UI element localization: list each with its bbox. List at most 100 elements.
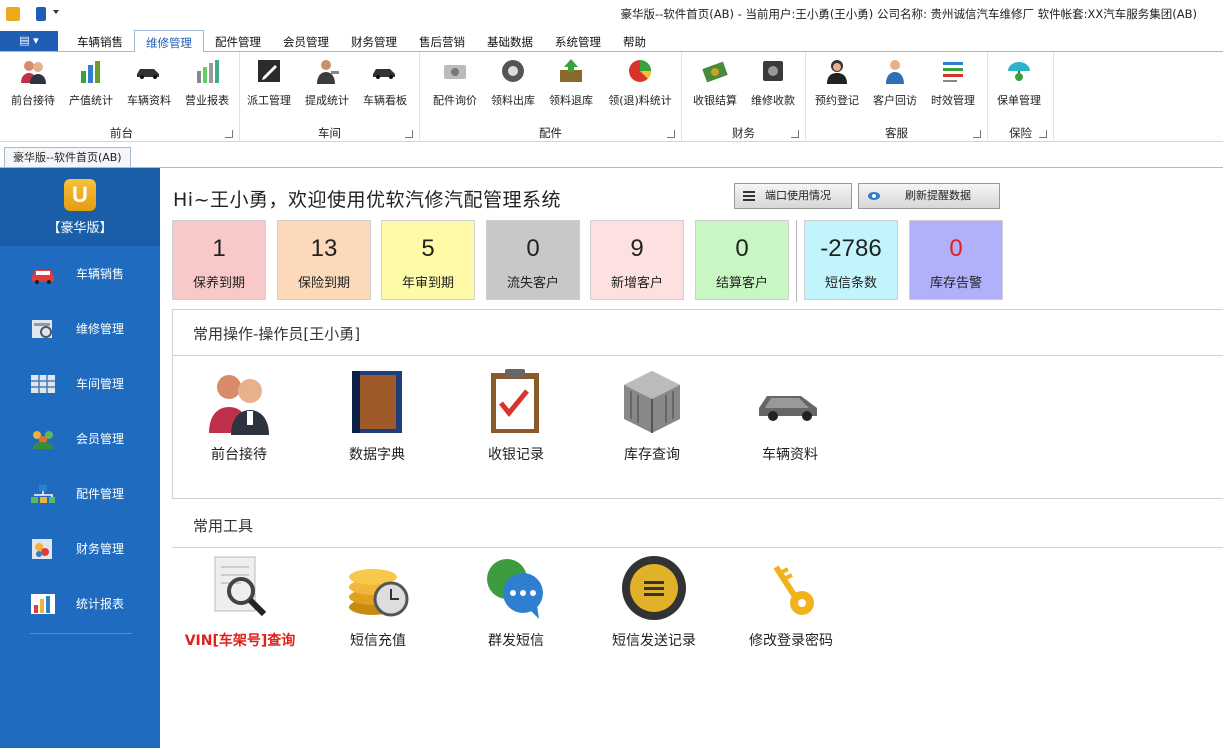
menu-bar: ▤ ▾ 车辆销售 维修管理 配件管理 会员管理 财务管理 售后营销 基础数据 系… bbox=[0, 30, 1223, 53]
policy-management-button[interactable]: 保单管理 bbox=[990, 56, 1048, 112]
blocks-icon bbox=[31, 484, 55, 503]
ribbon-group-parts: 配件询价 领料出库 领料退库 领(退)料统计 配件 bbox=[420, 52, 682, 142]
vehicle-board-button[interactable]: 车辆看板 bbox=[356, 56, 414, 112]
dropdown-arrow-icon[interactable] bbox=[53, 10, 59, 14]
office-icon[interactable] bbox=[36, 7, 46, 21]
sidebar-item-label: 车间管理 bbox=[76, 377, 125, 391]
front-desk-reception-button[interactable]: 前台接待 bbox=[4, 56, 62, 112]
repair-payment-button[interactable]: 维修收款 bbox=[744, 56, 802, 112]
sidebar-item-workshop-management[interactable]: 车间管理 bbox=[0, 356, 160, 411]
car-icon bbox=[370, 56, 400, 86]
sidebar-item-vehicle-sales[interactable]: 车辆销售 bbox=[0, 246, 160, 301]
stat-sms-count[interactable]: -2786 短信条数 bbox=[804, 220, 898, 300]
agent-icon bbox=[822, 56, 852, 86]
shortcut-inventory-query[interactable]: 库存查询 bbox=[592, 366, 712, 464]
pie-chart-icon bbox=[625, 56, 655, 86]
tab-vehicle-sales[interactable]: 车辆销售 bbox=[66, 30, 134, 52]
common-tools-title: 常用工具 bbox=[193, 517, 254, 535]
group-launcher-icon[interactable] bbox=[973, 130, 981, 138]
stats-divider bbox=[796, 220, 797, 302]
parts-inquiry-button[interactable]: 配件询价 bbox=[426, 56, 484, 112]
shortcut-vehicle-info[interactable]: 车辆资料 bbox=[730, 366, 850, 464]
dispatch-management-button[interactable]: 派工管理 bbox=[240, 56, 298, 112]
tab-help[interactable]: 帮助 bbox=[612, 30, 657, 52]
title-bar: 豪华版--软件首页(AB) - 当前用户:王小勇(王小勇) 公司名称: 贵州诚信… bbox=[0, 0, 1223, 30]
stat-new-customers[interactable]: 9 新增客户 bbox=[590, 220, 684, 300]
sidebar: U 【豪华版】 车辆销售 维修管理 车间管理 会员管理 配件管理 财务管理 统计… bbox=[0, 168, 160, 748]
cashier-settlement-button[interactable]: 收银结算 bbox=[686, 56, 744, 112]
shortcut-front-desk-reception[interactable]: 前台接待 bbox=[179, 366, 299, 464]
umbrella-icon bbox=[1004, 56, 1034, 86]
sidebar-item-statistics-report[interactable]: 统计报表 bbox=[0, 576, 160, 631]
parts-issue-button[interactable]: 领料出库 bbox=[484, 56, 542, 112]
sidebar-item-repair-management[interactable]: 维修管理 bbox=[0, 301, 160, 356]
customer-follow-up-button[interactable]: 客户回访 bbox=[866, 56, 924, 112]
shortcut-sms-send-log[interactable]: 短信发送记录 bbox=[594, 552, 714, 650]
tab-repair-management[interactable]: 维修管理 bbox=[134, 30, 204, 53]
person-icon bbox=[880, 56, 910, 86]
shortcut-data-dictionary[interactable]: 数据字典 bbox=[317, 366, 437, 464]
cube-icon bbox=[617, 366, 687, 438]
timeliness-management-button[interactable]: 时效管理 bbox=[924, 56, 982, 112]
shortcut-sms-recharge[interactable]: 短信充值 bbox=[318, 552, 438, 650]
group-launcher-icon[interactable] bbox=[405, 130, 413, 138]
stat-settled-customers[interactable]: 0 结算客户 bbox=[695, 220, 789, 300]
ribbon: 前台接待 产值统计 车辆资料 营业报表 前台 派工管理 提成统计 车辆看板 车间… bbox=[0, 52, 1223, 142]
stat-annual-inspection-due[interactable]: 5 年审到期 bbox=[381, 220, 475, 300]
group-launcher-icon[interactable] bbox=[1039, 130, 1047, 138]
ribbon-group-front-desk: 前台接待 产值统计 车辆资料 营业报表 前台 bbox=[4, 52, 240, 142]
vehicle-info-button[interactable]: 车辆资料 bbox=[120, 56, 178, 112]
tab-member-management[interactable]: 会员管理 bbox=[272, 30, 340, 52]
group-launcher-icon[interactable] bbox=[225, 130, 233, 138]
output-statistics-button[interactable]: 产值统计 bbox=[62, 56, 120, 112]
eye-icon bbox=[868, 192, 880, 200]
group-launcher-icon[interactable] bbox=[791, 130, 799, 138]
group-label: 车间 bbox=[318, 126, 341, 140]
brand-logo: U bbox=[64, 178, 96, 211]
shortcut-change-password[interactable]: 修改登录密码 bbox=[731, 552, 851, 650]
report-icon bbox=[192, 56, 222, 86]
shortcut-vin-query[interactable]: VIN[车架号]查询 bbox=[180, 552, 300, 650]
appointment-button[interactable]: 预约登记 bbox=[808, 56, 866, 112]
shortcut-cashier-records[interactable]: 收银记录 bbox=[456, 366, 576, 464]
ribbon-group-finance: 收银结算 维修收款 财务 bbox=[682, 52, 806, 142]
tab-system-management[interactable]: 系统管理 bbox=[544, 30, 612, 52]
sidebar-item-label: 财务管理 bbox=[76, 542, 125, 556]
port-usage-button[interactable]: 端口使用情况 bbox=[734, 183, 852, 209]
group-launcher-icon[interactable] bbox=[667, 130, 675, 138]
stat-lost-customers[interactable]: 0 流失客户 bbox=[486, 220, 580, 300]
sidebar-item-finance-management[interactable]: 财务管理 bbox=[0, 521, 160, 576]
app-menu-button[interactable]: ▤ ▾ bbox=[0, 31, 58, 51]
group-label: 配件 bbox=[539, 126, 562, 140]
parts-return-button[interactable]: 领料退库 bbox=[542, 56, 600, 112]
sidebar-item-label: 配件管理 bbox=[76, 487, 125, 501]
window-title: 豪华版--软件首页(AB) - 当前用户:王小勇(王小勇) 公司名称: 贵州诚信… bbox=[620, 7, 1197, 21]
chat-bubbles-icon bbox=[481, 552, 551, 624]
car-icon bbox=[32, 269, 54, 284]
sidebar-item-member-management[interactable]: 会员管理 bbox=[0, 411, 160, 466]
stat-maintenance-due[interactable]: 1 保养到期 bbox=[172, 220, 266, 300]
gear-icon bbox=[498, 56, 528, 86]
sidebar-divider bbox=[30, 633, 132, 634]
shortcut-bulk-sms[interactable]: 群发短信 bbox=[456, 552, 576, 650]
finance-icon bbox=[32, 538, 52, 559]
stat-insurance-due[interactable]: 13 保险到期 bbox=[277, 220, 371, 300]
tab-finance-management[interactable]: 财务管理 bbox=[340, 30, 408, 52]
stat-inventory-alert[interactable]: 0 库存告警 bbox=[909, 220, 1003, 300]
tab-parts-management[interactable]: 配件管理 bbox=[204, 30, 272, 52]
parts-statistics-button[interactable]: 领(退)料统计 bbox=[600, 56, 680, 112]
printer-icon bbox=[440, 56, 470, 86]
tab-base-data[interactable]: 基础数据 bbox=[476, 30, 544, 52]
refresh-reminders-button[interactable]: 刷新提醒数据 bbox=[858, 183, 1000, 209]
document-tab-home[interactable]: 豪华版--软件首页(AB) bbox=[4, 147, 131, 167]
tab-after-sales[interactable]: 售后营销 bbox=[408, 30, 476, 52]
commission-statistics-button[interactable]: 提成统计 bbox=[298, 56, 356, 112]
sidebar-item-parts-management[interactable]: 配件管理 bbox=[0, 466, 160, 521]
people-icon bbox=[18, 56, 48, 86]
business-report-button[interactable]: 营业报表 bbox=[178, 56, 236, 112]
repair-icon bbox=[32, 319, 52, 338]
group-label: 客服 bbox=[885, 126, 908, 140]
car-icon bbox=[134, 56, 164, 86]
sidebar-item-label: 会员管理 bbox=[76, 432, 125, 446]
safe-icon bbox=[758, 56, 788, 86]
